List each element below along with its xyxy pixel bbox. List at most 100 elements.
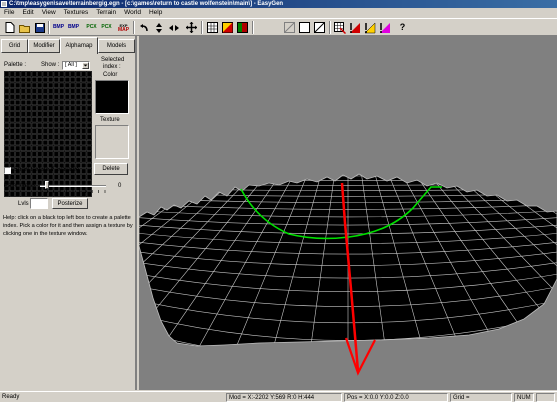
palette-cell[interactable] [48,145,54,151]
palette-cell[interactable] [42,145,48,151]
palette-cells[interactable] [4,71,92,197]
show-select[interactable]: [ All ] [62,61,90,70]
blank-square-icon[interactable] [298,21,311,34]
palette-cell[interactable] [48,128,54,134]
palette-cell[interactable] [4,105,10,111]
palette-cell[interactable] [86,71,92,77]
palette-cell[interactable] [9,88,15,94]
palette-cell[interactable] [20,128,26,134]
palette-cell[interactable] [31,157,37,163]
paint-radius-slider[interactable] [40,185,106,187]
palette-cell[interactable] [81,157,87,163]
palette-cell[interactable] [9,77,15,83]
palette-cell[interactable] [86,168,92,174]
selected-color-swatch[interactable] [95,80,129,114]
palette-cell[interactable] [70,111,76,117]
palette-cell[interactable] [81,117,87,123]
palette-cell[interactable] [37,77,43,83]
palette-cell[interactable] [70,117,76,123]
palette-cell[interactable] [64,157,70,163]
lvls-input[interactable] [30,198,48,209]
palette-cell[interactable] [64,77,70,83]
palette-cell[interactable] [75,140,81,146]
palette-cell[interactable] [20,140,26,146]
palette-cell[interactable] [53,77,59,83]
palette-cell[interactable] [86,82,92,88]
palette-cell[interactable] [4,99,10,106]
palette-grid[interactable] [4,71,92,197]
palette-cell[interactable] [64,88,70,94]
palette-cell[interactable] [42,71,48,77]
palette-cell[interactable] [26,122,32,128]
palette-cell[interactable] [42,88,48,94]
palette-cell[interactable] [9,145,15,151]
palette-cell[interactable] [81,111,87,117]
menu-help[interactable]: Help [145,8,166,18]
palette-cell[interactable] [4,174,10,180]
palette-cell[interactable] [37,134,43,140]
palette-cell[interactable] [15,99,21,106]
palette-cell[interactable] [75,122,81,128]
palette-cell[interactable] [37,140,43,146]
palette-cell[interactable] [42,77,48,83]
palette-cell[interactable] [70,99,76,106]
palette-cell[interactable] [70,122,76,128]
palette-cell[interactable] [20,117,26,123]
palette-cell[interactable] [48,174,54,180]
palette-cell[interactable] [59,105,65,111]
palette-cell[interactable] [31,88,37,94]
palette-cell[interactable] [26,94,32,100]
palette-cell[interactable] [31,145,37,151]
palette-cell[interactable] [15,151,21,157]
palette-cell[interactable] [64,117,70,123]
palette-cell[interactable] [20,111,26,117]
palette-cell[interactable] [31,140,37,146]
palette-cell[interactable] [59,174,65,180]
palette-cell[interactable] [9,105,15,111]
palette-cell[interactable] [70,94,76,100]
palette-cell[interactable] [75,151,81,157]
menu-textures[interactable]: Textures [60,8,93,18]
palette-cell[interactable] [4,117,10,123]
palette-cell[interactable] [20,151,26,157]
open-folder-icon[interactable] [18,21,31,34]
palette-cell[interactable] [86,128,92,134]
palette-cell[interactable] [26,140,32,146]
palette-cell[interactable] [75,117,81,123]
palette-cell[interactable] [31,82,37,88]
palette-cell[interactable] [37,111,43,117]
palette-cell[interactable] [48,71,54,77]
palette-cell[interactable] [48,140,54,146]
terrain-viewport[interactable] [139,36,557,390]
palette-cell[interactable] [59,122,65,128]
palette-cell[interactable] [48,134,54,140]
palette-cell[interactable] [64,71,70,77]
terrain-3d-view[interactable] [139,36,557,390]
palette-cell[interactable] [70,174,76,180]
palette-cell[interactable] [70,88,76,94]
palette-cell[interactable] [81,134,87,140]
palette-cell[interactable] [53,140,59,146]
palette-cell[interactable] [31,122,37,128]
menu-view[interactable]: View [38,8,60,18]
palette-cell[interactable] [64,111,70,117]
palette-cell[interactable] [81,151,87,157]
palette-cell[interactable] [53,105,59,111]
palette-cell[interactable] [15,145,21,151]
palette-cell[interactable] [9,99,15,106]
palette-cell[interactable] [64,105,70,111]
palette-cell[interactable] [42,128,48,134]
flip-horizontal-icon[interactable] [167,21,180,34]
palette-cell[interactable] [9,122,15,128]
palette-cell[interactable] [9,174,15,180]
show-texture-checkbox[interactable] [4,167,11,174]
palette-cell[interactable] [59,99,65,106]
palette-cell[interactable] [64,174,70,180]
palette-cell[interactable] [86,134,92,140]
palette-cell[interactable] [42,105,48,111]
palette-cell[interactable] [75,99,81,106]
palette-cell[interactable] [81,168,87,174]
palette-cell[interactable] [9,151,15,157]
palette-cell[interactable] [4,71,10,77]
palette-cell[interactable] [42,82,48,88]
